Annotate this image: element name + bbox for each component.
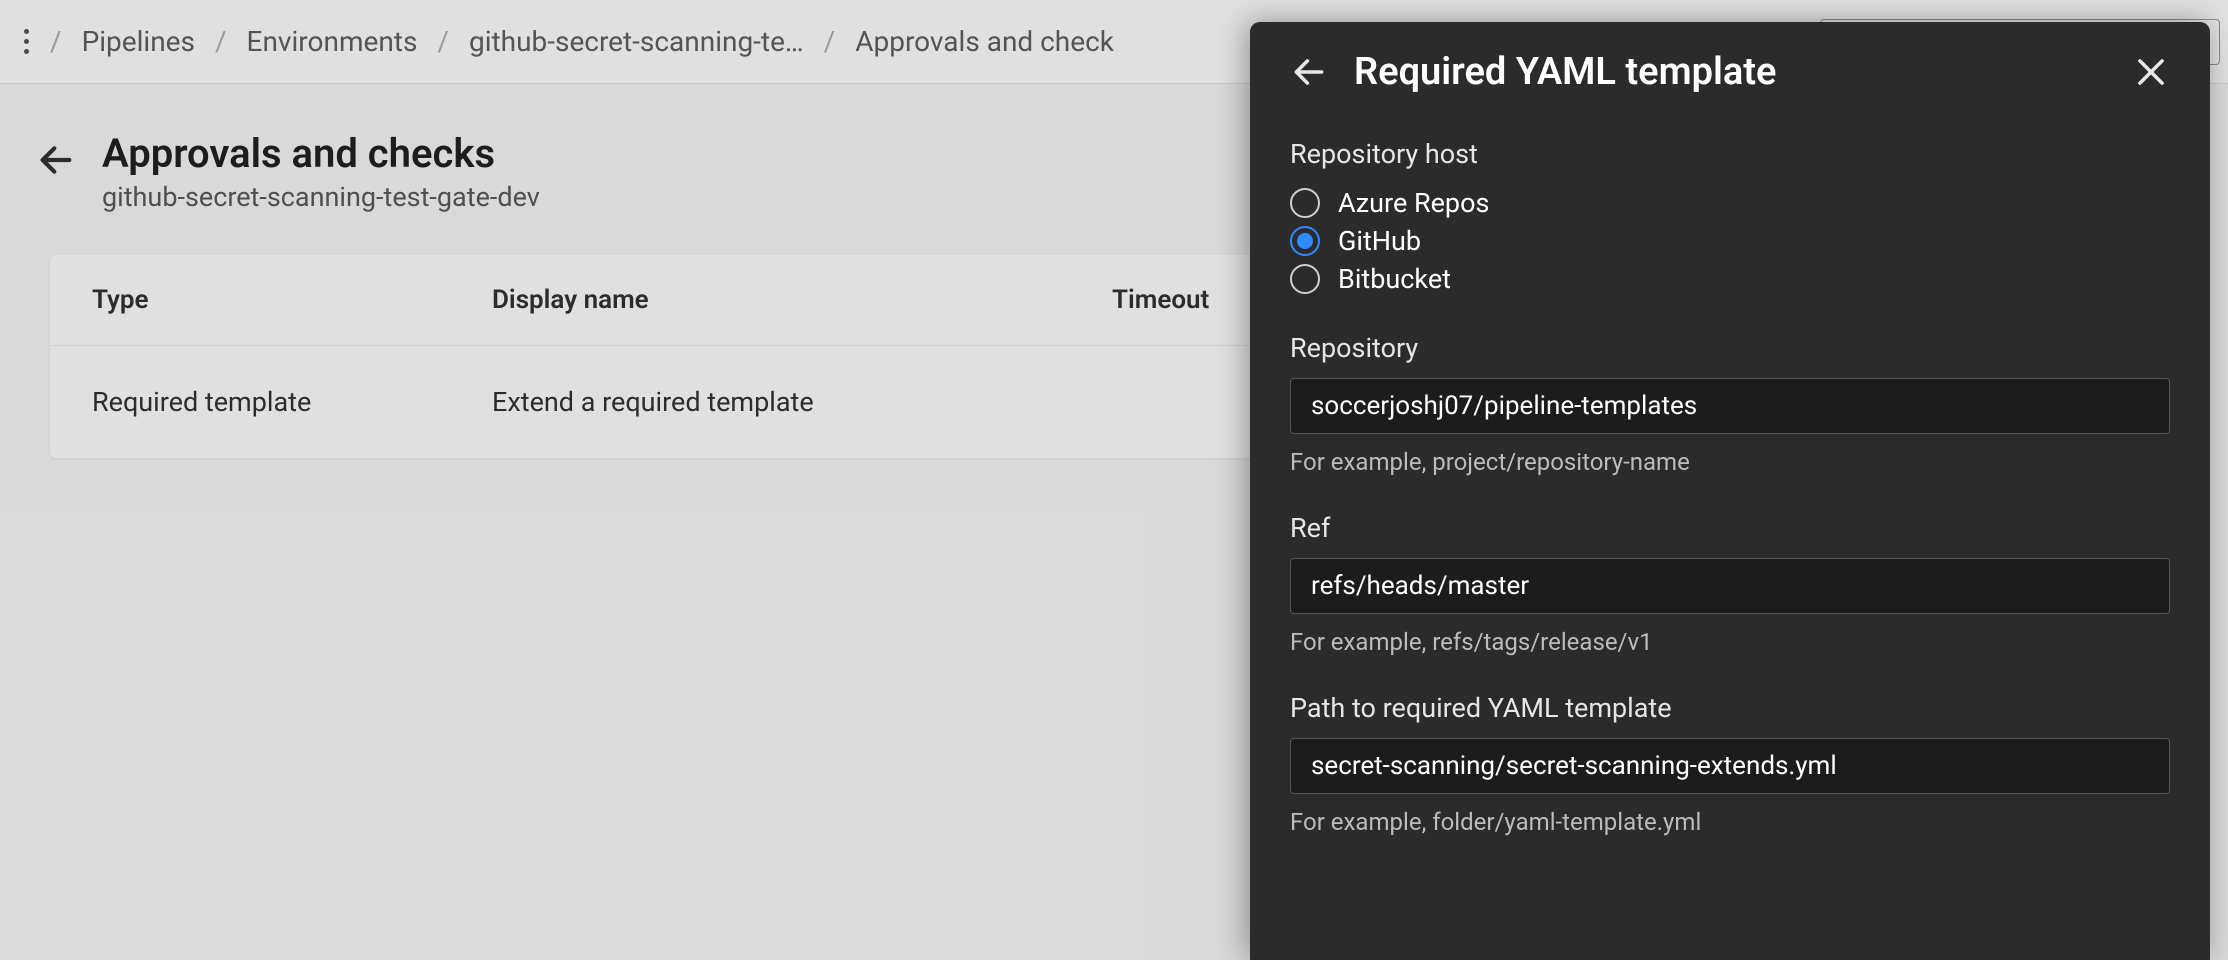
repository-label: Repository [1290,332,2170,364]
required-yaml-template-panel: Required YAML template Repository host A… [1250,22,2210,960]
ref-input[interactable] [1290,558,2170,614]
radio-label: Azure Repos [1338,187,1489,219]
ref-label: Ref [1290,512,2170,544]
repository-host-radio-group: Azure Repos GitHub Bitbucket [1290,184,2170,298]
panel-back-icon[interactable] [1290,53,1328,91]
panel-title: Required YAML template [1354,50,2106,94]
radio-bitbucket[interactable]: Bitbucket [1290,260,2170,298]
radio-azure-repos[interactable]: Azure Repos [1290,184,2170,222]
path-label: Path to required YAML template [1290,692,2170,724]
repository-host-label: Repository host [1290,138,2170,170]
ref-help-text: For example, refs/tags/release/v1 [1290,628,2170,656]
close-icon[interactable] [2132,53,2170,91]
radio-github[interactable]: GitHub [1290,222,2170,260]
radio-button-icon [1290,264,1320,294]
radio-label: Bitbucket [1338,263,1451,295]
path-help-text: For example, folder/yaml-template.yml [1290,808,2170,836]
radio-label: GitHub [1338,225,1421,257]
radio-button-icon [1290,226,1320,256]
repository-help-text: For example, project/repository-name [1290,448,2170,476]
path-input[interactable] [1290,738,2170,794]
repository-input[interactable] [1290,378,2170,434]
radio-button-icon [1290,188,1320,218]
